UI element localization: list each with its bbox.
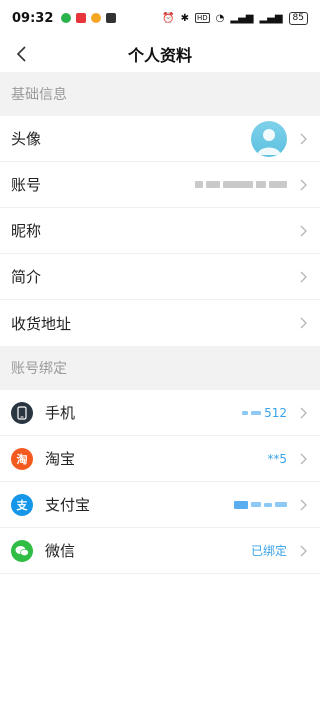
alipay-icon: 支 bbox=[11, 493, 33, 516]
bluetooth-icon: ✱ bbox=[180, 12, 189, 24]
wechat-bind-status: 已绑定 bbox=[250, 544, 287, 558]
masked-block bbox=[264, 502, 272, 507]
row-account[interactable]: 账号 bbox=[0, 162, 320, 208]
chevron-right-icon bbox=[300, 179, 307, 190]
row-wechat[interactable]: 微信 已绑定 bbox=[0, 528, 320, 574]
chevron-left-icon bbox=[16, 46, 26, 62]
app-notification-icon bbox=[76, 13, 87, 23]
row-alipay[interactable]: 支 支付宝 bbox=[0, 482, 320, 528]
masked-block bbox=[206, 181, 220, 188]
taobao-icon: 淘 bbox=[11, 447, 33, 470]
page-title: 个人资料 bbox=[127, 46, 192, 65]
chevron-right-icon bbox=[300, 133, 307, 144]
masked-block bbox=[234, 500, 248, 509]
user-avatar-icon bbox=[257, 128, 281, 155]
row-taobao[interactable]: 淘 淘宝 **5 bbox=[0, 436, 320, 482]
section-header-basic-info: 基础信息 bbox=[0, 72, 320, 116]
row-label: 昵称 bbox=[11, 222, 42, 240]
signal-icon: ▂▄▆ bbox=[259, 12, 283, 24]
row-nickname[interactable]: 昵称 bbox=[0, 208, 320, 254]
masked-block bbox=[223, 181, 253, 188]
phone-bind-value: 512 bbox=[264, 405, 287, 420]
wifi-icon: ◔ bbox=[215, 12, 225, 24]
back-button[interactable] bbox=[10, 42, 34, 66]
row-label: 微信 bbox=[45, 542, 76, 560]
row-avatar[interactable]: 头像 bbox=[0, 116, 320, 162]
section-header-account-binding: 账号绑定 bbox=[0, 346, 320, 390]
row-address[interactable]: 收货地址 bbox=[0, 300, 320, 346]
alarm-icon: ⏰ bbox=[162, 12, 175, 24]
masked-block bbox=[242, 410, 249, 415]
row-label: 简介 bbox=[11, 268, 42, 286]
chevron-right-icon bbox=[300, 407, 307, 418]
signal-icon: ▂▄▆ bbox=[230, 12, 254, 24]
row-label: 账号 bbox=[11, 176, 42, 194]
row-intro[interactable]: 简介 bbox=[0, 254, 320, 300]
row-label: 头像 bbox=[11, 130, 42, 148]
masked-block bbox=[195, 181, 203, 188]
wechat-icon bbox=[11, 539, 33, 562]
battery-indicator: 85 bbox=[288, 11, 308, 25]
masked-block bbox=[251, 410, 262, 415]
chevron-right-icon bbox=[300, 499, 307, 510]
status-time: 09:32 bbox=[12, 10, 54, 26]
masked-phone-value: 512 bbox=[242, 406, 287, 420]
masked-block bbox=[251, 502, 261, 507]
row-phone[interactable]: 手机 512 bbox=[0, 390, 320, 436]
row-label: 手机 bbox=[45, 404, 76, 422]
masked-alipay-value bbox=[234, 500, 287, 509]
app-notification-icon bbox=[106, 13, 117, 23]
chevron-right-icon bbox=[300, 271, 307, 282]
row-label: 收货地址 bbox=[11, 314, 72, 333]
row-label: 淘宝 bbox=[45, 450, 76, 468]
chevron-right-icon bbox=[300, 453, 307, 464]
chevron-right-icon bbox=[300, 225, 307, 236]
phone-icon bbox=[11, 401, 33, 424]
hd-icon: HD bbox=[195, 13, 210, 23]
masked-account-value bbox=[195, 181, 287, 188]
status-app-icons bbox=[61, 13, 117, 23]
app-notification-icon bbox=[61, 13, 72, 23]
masked-block bbox=[275, 502, 287, 507]
row-label: 支付宝 bbox=[45, 496, 91, 514]
nav-bar: 个人资料 bbox=[0, 36, 320, 72]
masked-block bbox=[256, 181, 266, 188]
avatar[interactable] bbox=[251, 120, 287, 157]
app-notification-icon bbox=[91, 13, 102, 23]
chevron-right-icon bbox=[300, 545, 307, 556]
status-indicators: ⏰ ✱ HD ◔ ▂▄▆ ▂▄▆ 85 bbox=[162, 11, 308, 25]
status-bar: 09:32 ⏰ ✱ HD ◔ ▂▄▆ ▂▄▆ 85 bbox=[0, 0, 320, 36]
taobao-bind-value: **5 bbox=[267, 451, 287, 466]
masked-block bbox=[269, 181, 287, 188]
chevron-right-icon bbox=[300, 317, 307, 329]
